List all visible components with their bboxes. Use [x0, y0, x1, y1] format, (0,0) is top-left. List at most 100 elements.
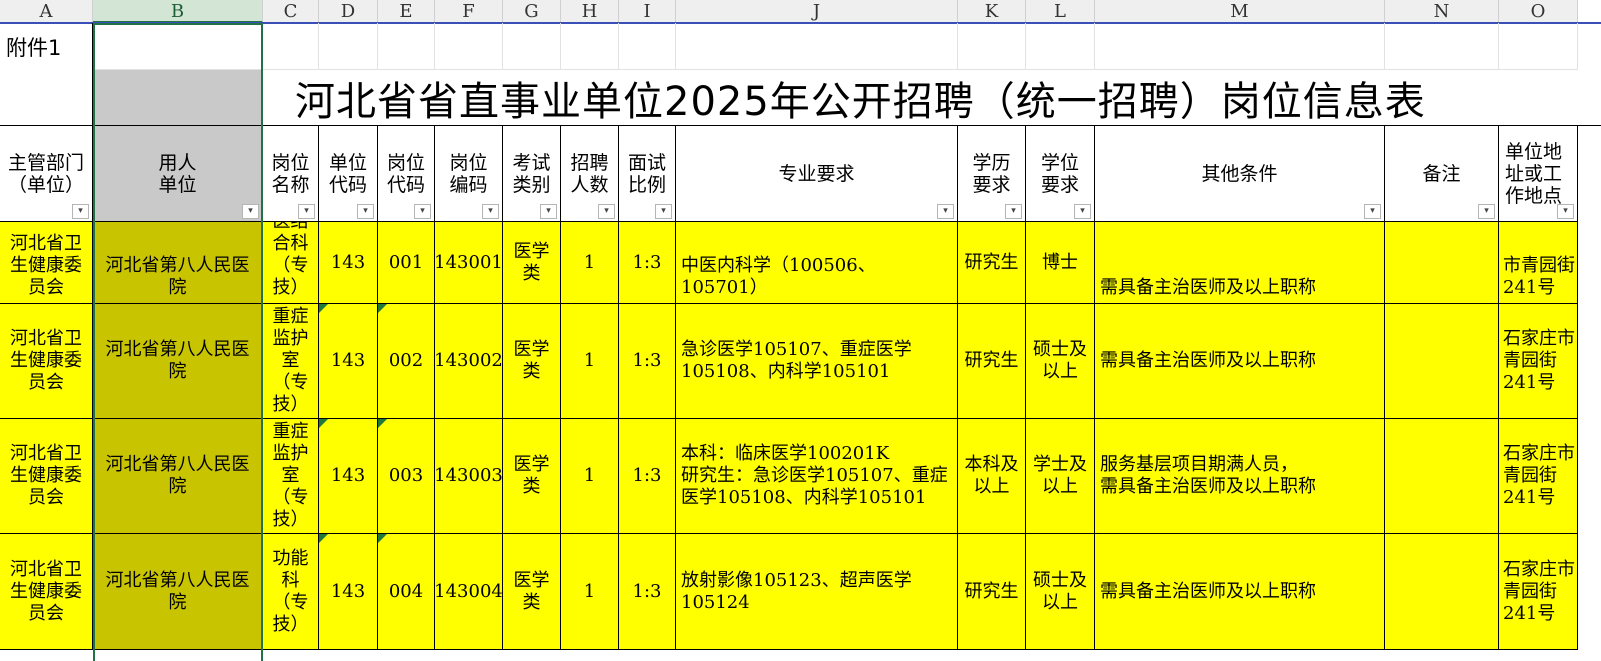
row1-other[interactable]: 需具备主治医师及以上职称: [1095, 222, 1385, 304]
row4-post-id[interactable]: 143004: [435, 534, 503, 650]
row2-degree[interactable]: 硕士及以上: [1026, 304, 1095, 419]
column-header-n[interactable]: N: [1385, 0, 1499, 23]
header-c[interactable]: 岗位 名称 ▾: [263, 126, 319, 222]
filter-dropdown-icon[interactable]: ▾: [1478, 204, 1495, 219]
row3-other[interactable]: 服务基层项目期满人员， 需具备主治医师及以上职称: [1095, 419, 1385, 534]
column-header-k[interactable]: K: [958, 0, 1026, 23]
row2-unit-code[interactable]: 143: [319, 304, 378, 419]
row4-ratio[interactable]: 1:3: [619, 534, 676, 650]
row4-major[interactable]: 放射影像105123、超声医学105124: [676, 534, 958, 650]
cell-l1[interactable]: [1026, 23, 1095, 70]
column-header-b[interactable]: B: [93, 0, 263, 23]
header-o[interactable]: 单位地址或工作地点 ▾: [1499, 126, 1578, 222]
cell-n1[interactable]: [1385, 23, 1499, 70]
cell-o1[interactable]: [1499, 23, 1578, 70]
header-g[interactable]: 考试 类别 ▾: [503, 126, 561, 222]
row3-major[interactable]: 本科：临床医学100201K 研究生：急诊医学105107、重症医学105108…: [676, 419, 958, 534]
filter-dropdown-icon[interactable]: ▾: [242, 204, 259, 219]
row3-dept[interactable]: 河北省卫生健康委员会: [0, 419, 93, 534]
cell-g1[interactable]: [503, 23, 561, 70]
cell-a1[interactable]: 附件1: [0, 23, 93, 70]
row3-exam[interactable]: 医学类: [503, 419, 561, 534]
cell-m1[interactable]: [1095, 23, 1385, 70]
filter-dropdown-icon[interactable]: ▾: [540, 204, 557, 219]
row3-post-id[interactable]: 143003: [435, 419, 503, 534]
row4-note[interactable]: [1385, 534, 1499, 650]
row3-ratio[interactable]: 1:3: [619, 419, 676, 534]
row2-dept[interactable]: 河北省卫生健康委员会: [0, 304, 93, 419]
row4-dept[interactable]: 河北省卫生健康委员会: [0, 534, 93, 650]
row1-post-code[interactable]: 001: [378, 222, 435, 304]
row1-degree[interactable]: 博士: [1026, 222, 1095, 304]
filter-dropdown-icon[interactable]: ▾: [482, 204, 499, 219]
row4-post-code[interactable]: 004: [378, 534, 435, 650]
filter-dropdown-icon[interactable]: ▾: [1557, 204, 1574, 219]
filter-dropdown-icon[interactable]: ▾: [414, 204, 431, 219]
column-header-j[interactable]: J: [676, 0, 958, 23]
header-m[interactable]: 其他条件 ▾: [1095, 126, 1385, 222]
header-f[interactable]: 岗位 编码 ▾: [435, 126, 503, 222]
row2-unit[interactable]: 河北省第八人民医院: [93, 304, 263, 419]
header-b[interactable]: 用人 单位 ▾: [93, 126, 263, 222]
filter-dropdown-icon[interactable]: ▾: [298, 204, 315, 219]
cell-b2[interactable]: [93, 70, 263, 126]
column-header-f[interactable]: F: [435, 0, 503, 23]
column-header-l[interactable]: L: [1026, 0, 1095, 23]
row2-post-code[interactable]: 002: [378, 304, 435, 419]
column-header-d[interactable]: D: [319, 0, 378, 23]
cell-f1[interactable]: [435, 23, 503, 70]
row4-addr[interactable]: 石家庄市青园街 241号: [1499, 534, 1578, 650]
row2-post-id[interactable]: 143002: [435, 304, 503, 419]
row4-count[interactable]: 1: [561, 534, 619, 650]
cell-i1[interactable]: [619, 23, 676, 70]
row1-note[interactable]: [1385, 222, 1499, 304]
row3-degree[interactable]: 学士及以上: [1026, 419, 1095, 534]
row1-edu[interactable]: 研究生: [958, 222, 1026, 304]
filter-dropdown-icon[interactable]: ▾: [937, 204, 954, 219]
row2-major[interactable]: 急诊医学105107、重症医学105108、内科学105101: [676, 304, 958, 419]
cell-b1[interactable]: [93, 23, 263, 70]
row2-note[interactable]: [1385, 304, 1499, 419]
row3-post-code[interactable]: 003: [378, 419, 435, 534]
row1-addr[interactable]: 市青园街 241号: [1499, 222, 1578, 304]
row2-addr[interactable]: 石家庄市青园街 241号: [1499, 304, 1578, 419]
header-k[interactable]: 学历 要求 ▾: [958, 126, 1026, 222]
row1-ratio[interactable]: 1:3: [619, 222, 676, 304]
row4-edu[interactable]: 研究生: [958, 534, 1026, 650]
row1-exam[interactable]: 医学类: [503, 222, 561, 304]
column-header-o[interactable]: O: [1499, 0, 1578, 23]
cell-a2[interactable]: [0, 70, 93, 126]
row4-unit[interactable]: 河北省第八人民医院: [93, 534, 263, 650]
row1-post-id[interactable]: 143001: [435, 222, 503, 304]
header-i[interactable]: 面试 比例 ▾: [619, 126, 676, 222]
filter-dropdown-icon[interactable]: ▾: [72, 204, 89, 219]
cell-e1[interactable]: [378, 23, 435, 70]
header-a[interactable]: 主管部门（单位） ▾: [0, 126, 93, 222]
row3-edu[interactable]: 本科及以上: [958, 419, 1026, 534]
row2-count[interactable]: 1: [561, 304, 619, 419]
column-header-h[interactable]: H: [561, 0, 619, 23]
row1-major[interactable]: 中医内科学（100506、105701）: [676, 222, 958, 304]
header-j[interactable]: 专业要求 ▾: [676, 126, 958, 222]
row3-count[interactable]: 1: [561, 419, 619, 534]
row4-degree[interactable]: 硕士及以上: [1026, 534, 1095, 650]
cell-k1[interactable]: [958, 23, 1026, 70]
column-header-m[interactable]: M: [1095, 0, 1385, 23]
row3-unit[interactable]: 河北省第八人民医院: [93, 419, 263, 534]
header-d[interactable]: 单位 代码 ▾: [319, 126, 378, 222]
cell-j1[interactable]: [676, 23, 958, 70]
header-h[interactable]: 招聘 人数 ▾: [561, 126, 619, 222]
row2-edu[interactable]: 研究生: [958, 304, 1026, 419]
filter-dropdown-icon[interactable]: ▾: [598, 204, 615, 219]
row1-dept[interactable]: 河北省卫生健康委员会: [0, 222, 93, 304]
column-header-i[interactable]: I: [619, 0, 676, 23]
cell-h1[interactable]: [561, 23, 619, 70]
row1-count[interactable]: 1: [561, 222, 619, 304]
cell-c1[interactable]: [263, 23, 319, 70]
row1-unit[interactable]: 河北省第八人民医院: [93, 222, 263, 304]
filter-dropdown-icon[interactable]: ▾: [357, 204, 374, 219]
row2-other[interactable]: 需具备主治医师及以上职称: [1095, 304, 1385, 419]
filter-dropdown-icon[interactable]: ▾: [1005, 204, 1022, 219]
column-header-e[interactable]: E: [378, 0, 435, 23]
row1-unit-code[interactable]: 143: [319, 222, 378, 304]
